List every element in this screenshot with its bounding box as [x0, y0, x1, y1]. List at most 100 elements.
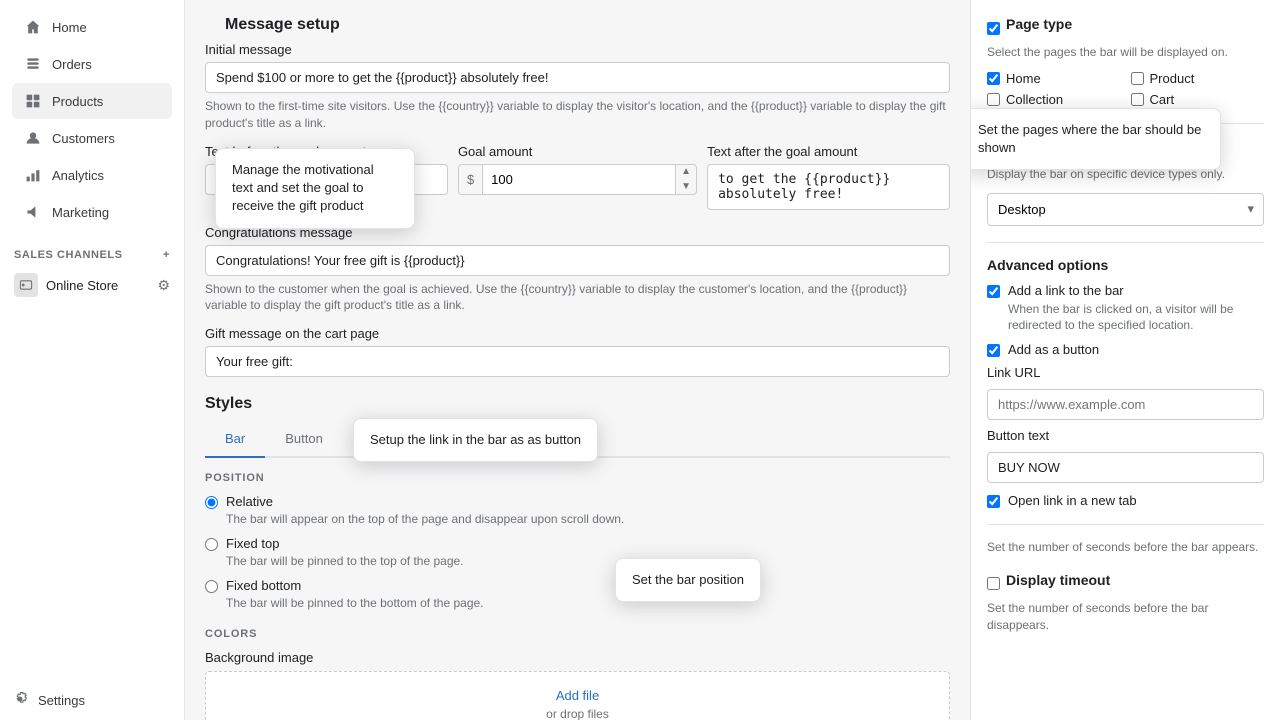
- display-delay-section: Set the number of seconds before the bar…: [987, 539, 1264, 556]
- link-url-input[interactable]: [987, 389, 1264, 420]
- settings-item[interactable]: Settings: [0, 681, 184, 720]
- button-text-section: Button text: [987, 428, 1264, 483]
- button-text-input[interactable]: [987, 452, 1264, 483]
- spinner-down-button[interactable]: ▼: [676, 179, 696, 194]
- page-checkboxes: Home Product Collection Cart: [987, 71, 1264, 107]
- position-relative-radio[interactable]: [205, 496, 218, 509]
- settings-label: Settings: [38, 693, 85, 708]
- page-product-label[interactable]: Product: [1131, 71, 1265, 86]
- sidebar-item-marketing-label: Marketing: [52, 205, 109, 220]
- page-home-label[interactable]: Home: [987, 71, 1121, 86]
- page-type-title: Page type: [1006, 16, 1072, 32]
- position-relative-item: Relative The bar will appear on the top …: [205, 494, 950, 528]
- text-after-goal-label: Text after the goal amount: [707, 144, 950, 159]
- tab-bar[interactable]: Bar: [205, 421, 265, 458]
- page-collection-checkbox[interactable]: [987, 93, 1000, 106]
- open-new-tab-label: Open link in a new tab: [1008, 493, 1137, 508]
- display-timeout-title: Display timeout: [1006, 572, 1110, 588]
- goal-amount-label: Goal amount: [458, 144, 697, 159]
- congratulations-input[interactable]: [205, 245, 950, 276]
- sidebar-item-analytics[interactable]: Analytics: [12, 157, 172, 193]
- content-wrap: Message setup Initial message Shown to t…: [185, 0, 970, 720]
- display-timeout-checkbox[interactable]: [987, 577, 1000, 590]
- position-radio-group: Relative The bar will appear on the top …: [205, 494, 950, 611]
- orders-icon: [24, 55, 42, 73]
- sidebar-item-products[interactable]: Products: [12, 83, 172, 119]
- online-store-item[interactable]: Online Store ⚙: [0, 265, 184, 305]
- link-url-section: Link URL: [987, 365, 1264, 420]
- device-type-section: Device type Display the bar on specific …: [987, 138, 1264, 226]
- display-delay-desc: Set the number of seconds before the bar…: [987, 539, 1264, 556]
- initial-message-label: Initial message: [205, 42, 950, 57]
- divider-3: [987, 524, 1264, 525]
- goal-amount-input[interactable]: [483, 165, 675, 194]
- text-after-goal-input[interactable]: to get the {{product}} absolutely free!: [707, 164, 950, 210]
- position-fixed-bottom-radio[interactable]: [205, 580, 218, 593]
- device-select[interactable]: Desktop Mobile All: [987, 193, 1264, 226]
- sidebar-item-marketing[interactable]: Marketing: [12, 194, 172, 230]
- page-cart-checkbox[interactable]: [1131, 93, 1144, 106]
- gift-message-input[interactable]: [205, 346, 950, 377]
- sidebar-item-orders[interactable]: Orders: [12, 46, 172, 82]
- sidebar-item-orders-label: Orders: [52, 57, 92, 72]
- text-after-goal-col: Text after the goal amount to get the {{…: [707, 144, 950, 213]
- page-collection-label[interactable]: Collection: [987, 92, 1121, 107]
- content-panel: Message setup Initial message Shown to t…: [185, 0, 970, 720]
- home-icon: [24, 18, 42, 36]
- tab-advanced[interactable]: Advanced: [343, 421, 441, 458]
- device-type-checkbox[interactable]: [987, 143, 1000, 156]
- position-relative-label: Relative: [226, 494, 624, 509]
- sidebar-item-home[interactable]: Home: [12, 9, 172, 45]
- page-cart-label[interactable]: Cart: [1131, 92, 1265, 107]
- sales-channels-label: SALES CHANNELS: [14, 249, 123, 261]
- device-type-title: Device type: [1006, 138, 1084, 154]
- bg-image-dropzone[interactable]: Add file or drop filesto upload: [205, 671, 950, 720]
- goal-amount-spinners: ▲ ▼: [675, 165, 696, 194]
- add-link-desc: When the bar is clicked on, a visitor wi…: [1008, 301, 1264, 335]
- button-text-label: Button text: [987, 428, 1264, 443]
- position-fixed-top-desc: The bar will be pinned to the top of the…: [226, 553, 464, 570]
- products-icon: [24, 92, 42, 110]
- add-link-checkbox[interactable]: [987, 285, 1000, 298]
- open-new-tab-checkbox[interactable]: [987, 495, 1000, 508]
- gift-message-label: Gift message on the cart page: [205, 326, 950, 341]
- page-product-checkbox[interactable]: [1131, 72, 1144, 85]
- settings-icon: [12, 691, 28, 710]
- add-channel-icon[interactable]: +: [163, 249, 170, 261]
- page-product-text: Product: [1150, 71, 1195, 86]
- page-collection-text: Collection: [1006, 92, 1063, 107]
- sales-channels-header: SALES CHANNELS +: [0, 235, 184, 265]
- sidebar-item-customers[interactable]: Customers: [12, 120, 172, 156]
- sidebar: Home Orders Products Customers Analytics: [0, 0, 185, 720]
- goal-amount-wrap: $ ▲ ▼: [458, 164, 697, 195]
- initial-message-desc: Shown to the first-time site visitors. U…: [205, 98, 950, 132]
- position-fixed-top-radio[interactable]: [205, 538, 218, 551]
- position-fixed-bottom-label: Fixed bottom: [226, 578, 484, 593]
- online-store-settings-icon[interactable]: ⚙: [157, 277, 170, 294]
- display-timeout-section: Display timeout Set the number of second…: [987, 572, 1264, 634]
- marketing-icon: [24, 203, 42, 221]
- online-store-label: Online Store: [46, 278, 118, 293]
- display-timeout-desc: Set the number of seconds before the bar…: [987, 600, 1264, 634]
- styles-tabs: Bar Button Advanced: [205, 421, 950, 458]
- drop-text: or drop filesto upload: [222, 707, 933, 720]
- initial-message-input[interactable]: [205, 62, 950, 93]
- customers-icon: [24, 129, 42, 147]
- sidebar-item-home-label: Home: [52, 20, 87, 35]
- page-home-text: Home: [1006, 71, 1041, 86]
- text-before-goal-col: Text before the goal amount: [205, 144, 448, 195]
- text-before-goal-input[interactable]: [205, 164, 448, 195]
- sidebar-item-products-label: Products: [52, 94, 103, 109]
- position-heading: POSITION: [205, 472, 950, 484]
- position-fixed-bottom-desc: The bar will be pinned to the bottom of …: [226, 595, 484, 612]
- page-type-section: Page type Select the pages the bar will …: [987, 16, 1264, 107]
- spinner-up-button[interactable]: ▲: [676, 165, 696, 180]
- add-as-button-checkbox[interactable]: [987, 344, 1000, 357]
- congratulations-desc: Shown to the customer when the goal is a…: [205, 281, 950, 315]
- page-home-checkbox[interactable]: [987, 72, 1000, 85]
- add-file-link[interactable]: Add file: [556, 688, 599, 703]
- sidebar-item-analytics-label: Analytics: [52, 168, 104, 183]
- add-as-button-label: Add as a button: [1008, 342, 1099, 357]
- tab-button[interactable]: Button: [265, 421, 343, 458]
- page-type-checkbox[interactable]: [987, 22, 1000, 35]
